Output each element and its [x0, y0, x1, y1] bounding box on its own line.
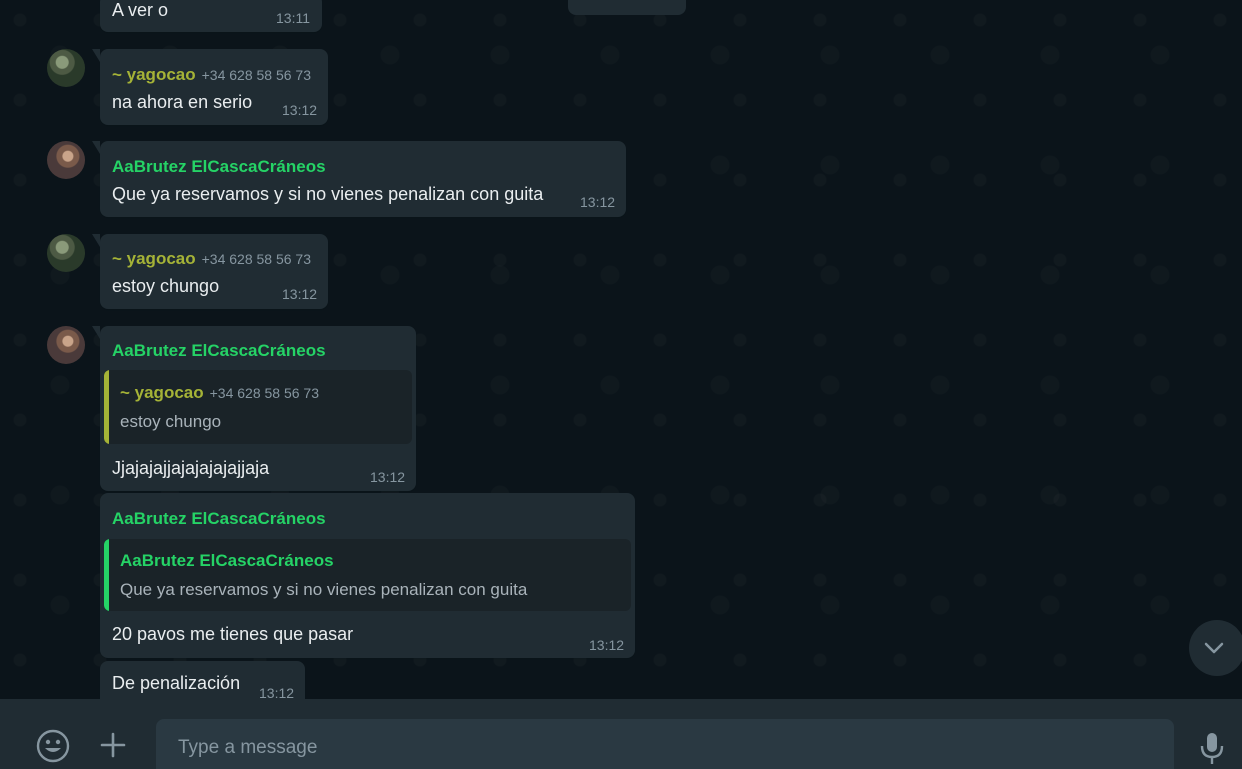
microphone-icon — [1200, 733, 1224, 764]
message-bubble[interactable]: AaBrutez ElCascaCráneos Que ya reservamo… — [92, 141, 626, 217]
message-text: Jjajajajjajajajajajjaja — [112, 458, 270, 478]
quoted-sender: ~ yagocao +34 628 58 56 73 — [120, 383, 320, 402]
message-bubble[interactable]: AaBrutez ElCascaCráneos ~ yagocao +34 628… — [92, 326, 416, 491]
emoji-button[interactable] — [34, 727, 72, 765]
sender-phone: +34 628 58 56 73 — [201, 251, 312, 267]
sender-name[interactable]: AaBrutez ElCascaCráneos — [112, 157, 326, 177]
message-bubble[interactable]: De penalización 13:12 — [100, 661, 305, 699]
partial-message-bubble — [568, 0, 686, 15]
plus-icon — [100, 732, 126, 758]
quoted-text: estoy chungo — [120, 412, 222, 431]
emoji-icon — [36, 729, 70, 763]
message-bubble[interactable]: A ver o 13:11 — [100, 0, 322, 32]
message-input[interactable]: Type a message — [156, 719, 1174, 769]
message-text: Que ya reservamos y si no vienes penaliz… — [112, 184, 544, 204]
quoted-message[interactable]: AaBrutez ElCascaCráneos Que ya reservamo… — [104, 539, 631, 611]
message-text: estoy chungo — [112, 276, 220, 296]
sender-name[interactable]: AaBrutez ElCascaCráneos — [112, 509, 326, 529]
message-time: 13:12 — [370, 469, 406, 485]
message-input-placeholder: Type a message — [178, 737, 318, 758]
message-time: 13:12 — [580, 194, 616, 210]
message-composer: Type a message — [0, 699, 1242, 769]
quote-bar — [104, 370, 109, 444]
message-time: 13:12 — [282, 286, 318, 302]
avatar[interactable] — [47, 234, 85, 272]
quoted-phone: +34 628 58 56 73 — [209, 385, 320, 401]
sender-name[interactable]: AaBrutez ElCascaCráneos — [112, 341, 326, 361]
avatar[interactable] — [47, 326, 85, 364]
message-text: na ahora en serio — [112, 92, 253, 112]
sender-name[interactable]: ~ yagocao +34 628 58 56 73 — [112, 65, 311, 85]
quoted-text: Que ya reservamos y si no vienes penaliz… — [120, 580, 528, 599]
sender-name[interactable]: ~ yagocao +34 628 58 56 73 — [112, 249, 311, 269]
avatar[interactable] — [47, 49, 85, 87]
message-time: 13:11 — [276, 10, 310, 26]
message-time: 13:12 — [259, 685, 295, 699]
message-time: 13:12 — [589, 637, 625, 653]
voice-message-button[interactable] — [1196, 729, 1228, 767]
message-time: 13:12 — [282, 102, 318, 118]
scroll-to-bottom-button[interactable] — [1189, 620, 1242, 676]
sender-phone: +34 628 58 56 73 — [201, 67, 312, 83]
quoted-message[interactable]: ~ yagocao +34 628 58 56 73 estoy chungo — [104, 370, 412, 444]
chat-area[interactable]: A ver o 13:11 ~ yagocao +34 628 58 56 73 … — [0, 0, 1242, 699]
message-text: 20 pavos me tienes que pasar — [112, 624, 354, 644]
attach-button[interactable] — [97, 729, 129, 761]
avatar[interactable] — [47, 141, 85, 179]
message-text: A ver o — [112, 0, 169, 20]
quote-bar — [104, 539, 109, 611]
message-bubble[interactable]: ~ yagocao +34 628 58 56 73 na ahora en se… — [92, 49, 328, 125]
quoted-sender: AaBrutez ElCascaCráneos — [120, 551, 334, 570]
chevron-down-icon — [1204, 642, 1224, 654]
message-bubble[interactable]: ~ yagocao +34 628 58 56 73 estoy chungo 1… — [92, 234, 328, 309]
message-text: De penalización — [112, 673, 241, 693]
message-bubble[interactable]: AaBrutez ElCascaCráneos AaBrutez ElCasca… — [100, 493, 635, 658]
